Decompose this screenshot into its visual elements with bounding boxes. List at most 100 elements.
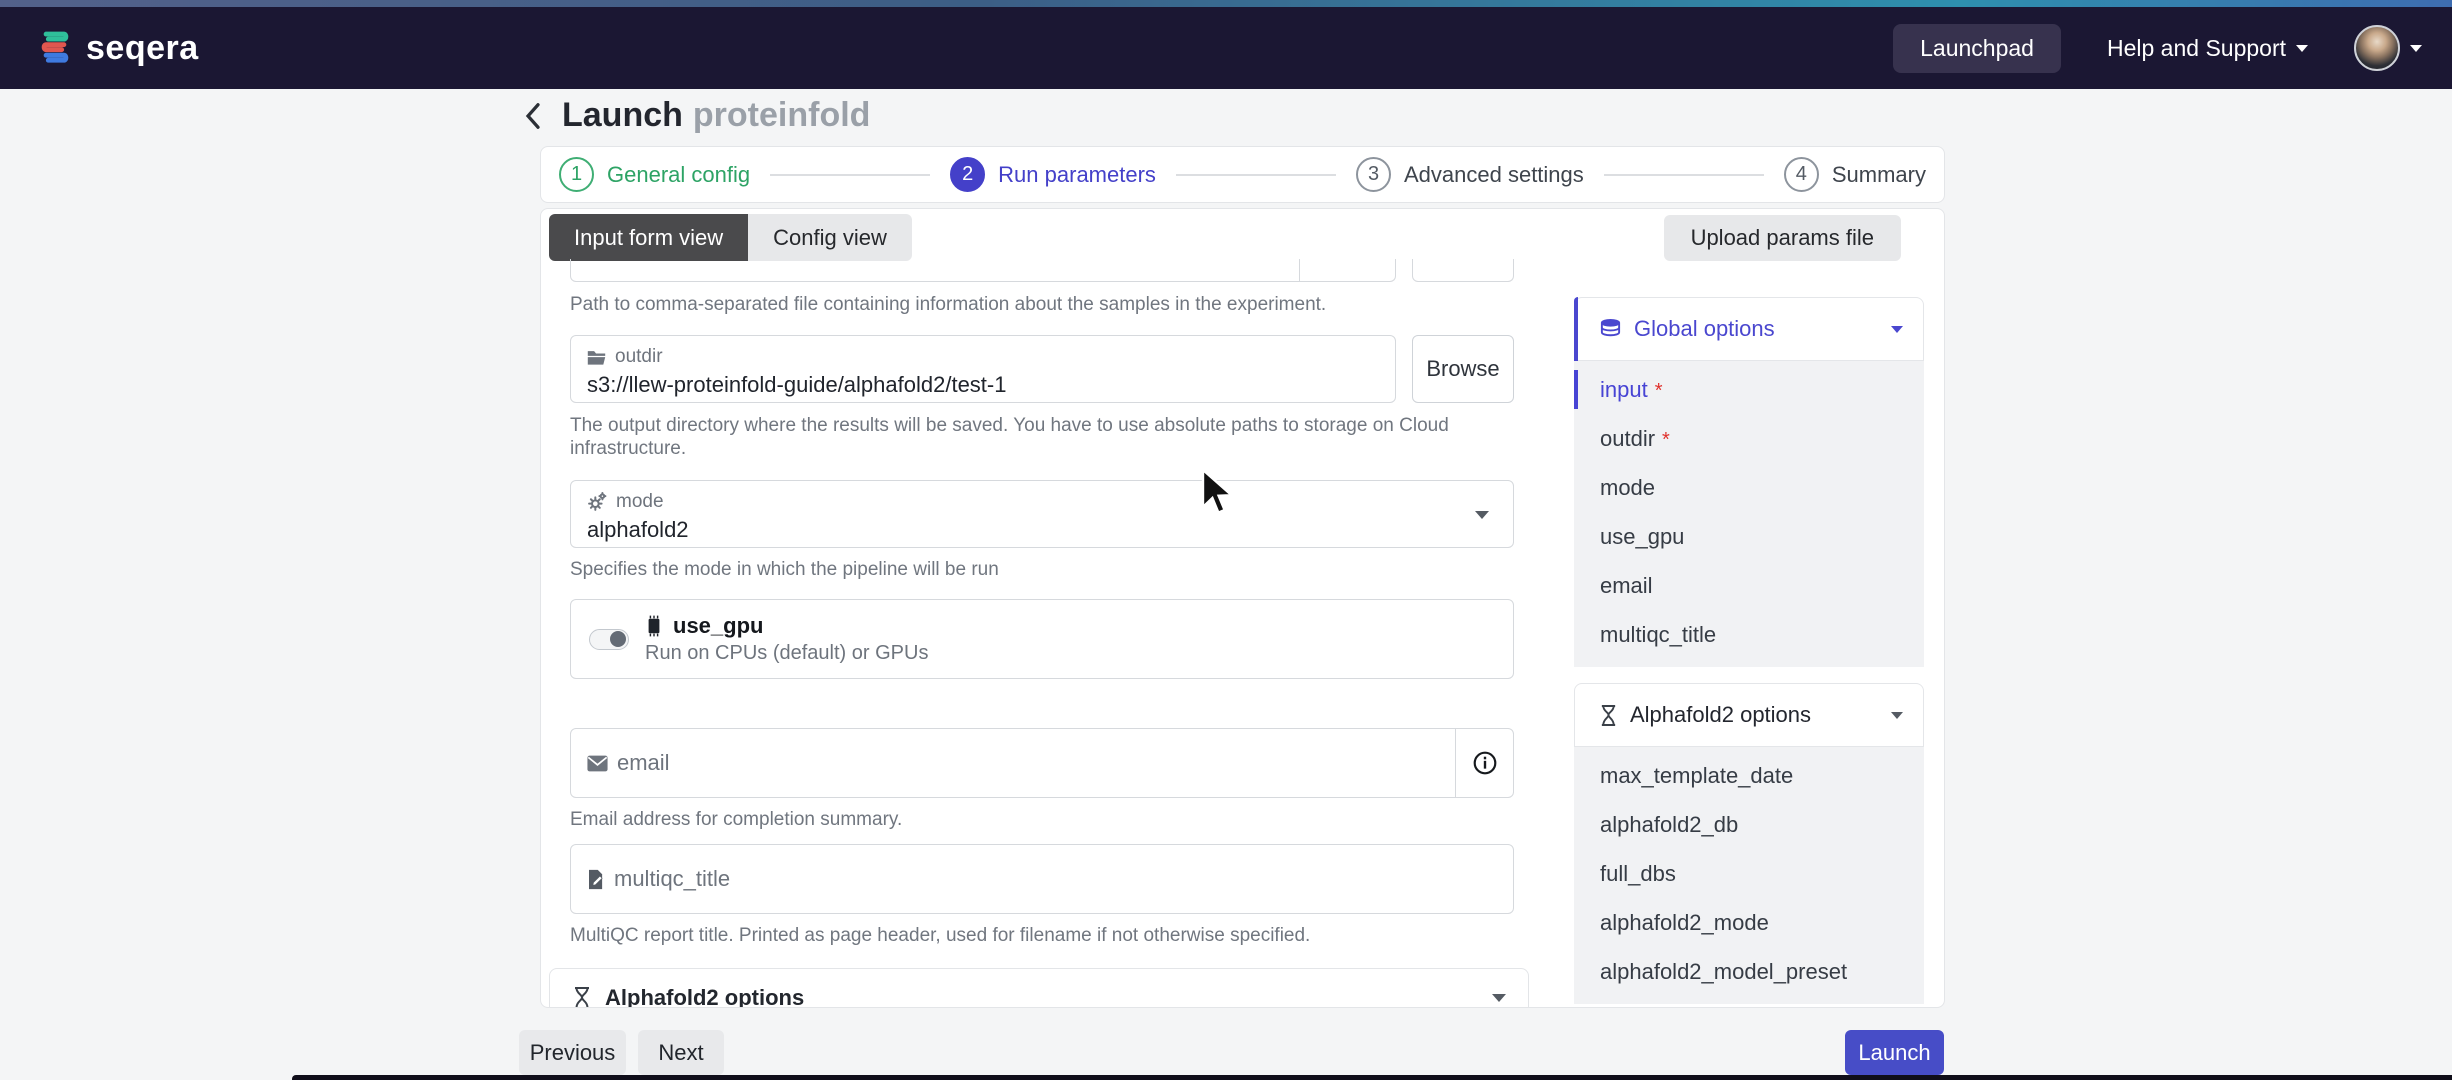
caret-down-icon: [1475, 511, 1489, 519]
screen: { "navbar": { "brand": "seqera", "launch…: [0, 0, 2452, 1080]
back-button[interactable]: [520, 101, 546, 131]
outdir-field-row: outdir s3://llew-proteinfold-guide/alpha…: [570, 335, 1537, 403]
outdir-value: s3://llew-proteinfold-guide/alphafold2/t…: [587, 372, 1379, 398]
info-icon: [1472, 750, 1498, 776]
hourglass-icon: [1599, 704, 1618, 727]
step-label: Summary: [1832, 162, 1926, 188]
sidebar-item-alphafold2-mode[interactable]: alphafold2_mode: [1574, 898, 1924, 947]
outdir-field[interactable]: outdir s3://llew-proteinfold-guide/alpha…: [570, 335, 1396, 403]
stepper-connector: [770, 174, 930, 176]
page-title-prefix: Launch: [562, 96, 683, 134]
use-gpu-toggle[interactable]: [589, 629, 629, 650]
stepper-connector: [1604, 174, 1764, 176]
alphafold2-options-list: max_template_date alphafold2_db full_dbs…: [1574, 747, 1924, 1004]
user-menu[interactable]: [2354, 25, 2422, 71]
input-description: Path to comma-separated file containing …: [570, 293, 1537, 316]
folder-icon: [587, 349, 606, 366]
sidebar-item-outdir[interactable]: outdir*: [1574, 414, 1924, 463]
top-navbar: seqera Launchpad Help and Support: [0, 7, 2452, 89]
caret-down-icon: [1891, 326, 1903, 333]
launch-button[interactable]: Launch: [1845, 1030, 1944, 1075]
step-advanced-settings[interactable]: 3 Advanced settings: [1356, 157, 1584, 192]
page-title: Launch proteinfold: [562, 96, 870, 135]
previous-button[interactable]: Previous: [519, 1030, 626, 1075]
outdir-description: The output directory where the results w…: [570, 414, 1537, 460]
email-description: Email address for completion summary.: [570, 808, 1537, 831]
multiqc-title-field[interactable]: multiqc_title: [570, 844, 1514, 914]
sidebar-section-title: Global options: [1634, 316, 1775, 342]
upload-params-file-button[interactable]: Upload params file: [1664, 215, 1901, 261]
sidebar-item-alphafold2-db[interactable]: alphafold2_db: [1574, 800, 1924, 849]
step-label: General config: [607, 162, 750, 188]
window-bottom-edge: [292, 1075, 2452, 1080]
page-title-pipeline: proteinfold: [693, 96, 871, 134]
sidebar-section-title: Alphafold2 options: [1630, 702, 1811, 728]
step-summary[interactable]: 4 Summary: [1784, 157, 1926, 192]
envelope-icon: [587, 755, 608, 772]
required-mark: *: [1662, 429, 1670, 451]
caret-down-icon: [2410, 45, 2422, 52]
step-number: 3: [1356, 157, 1391, 192]
back-chevron-icon: [520, 101, 546, 131]
step-label: Advanced settings: [1404, 162, 1584, 188]
sidebar-item-full-dbs[interactable]: full_dbs: [1574, 849, 1924, 898]
tab-config-view[interactable]: Config view: [748, 214, 912, 261]
step-general-config[interactable]: 1 General config: [559, 157, 750, 192]
alphafold2-options-header[interactable]: Alphafold2 options: [1574, 683, 1924, 747]
mode-label: mode: [616, 491, 664, 513]
use-gpu-description: Run on CPUs (default) or GPUs: [645, 642, 928, 665]
avatar: [2354, 25, 2400, 71]
sidebar-item-mode[interactable]: mode: [1574, 463, 1924, 512]
outdir-browse-button[interactable]: Browse: [1412, 335, 1514, 403]
sidebar-item-max-template-date[interactable]: max_template_date: [1574, 751, 1924, 800]
field-divider: [1299, 259, 1300, 281]
use-gpu-label: use_gpu: [673, 613, 763, 639]
next-button[interactable]: Next: [638, 1030, 724, 1075]
outdir-label: outdir: [615, 346, 663, 368]
global-options-header[interactable]: Global options: [1574, 297, 1924, 361]
params-form: Path to comma-separated file containing …: [549, 259, 1537, 1008]
run-parameters-card: Input form view Config view Upload param…: [540, 208, 1945, 1008]
required-mark: *: [1655, 380, 1663, 402]
window-top-edge: [0, 0, 2452, 7]
step-number: 4: [1784, 157, 1819, 192]
input-field-row: [570, 259, 1537, 282]
mode-select[interactable]: mode alphafold2: [570, 480, 1514, 548]
caret-down-icon: [1891, 712, 1903, 719]
help-and-support-label: Help and Support: [2107, 35, 2286, 62]
sidebar-item-email[interactable]: email: [1574, 561, 1924, 610]
gears-icon: [587, 492, 607, 512]
tab-input-form-view[interactable]: Input form view: [549, 214, 748, 261]
input-browse-button-cutoff[interactable]: [1412, 259, 1514, 282]
hourglass-icon: [572, 986, 592, 1008]
mode-value: alphafold2: [587, 517, 1497, 543]
use-gpu-box: use_gpu Run on CPUs (default) or GPUs: [570, 599, 1514, 679]
stepper: 1 General config 2 Run parameters 3 Adva…: [540, 146, 1945, 203]
step-run-parameters[interactable]: 2 Run parameters: [950, 157, 1156, 192]
caret-down-icon: [1492, 994, 1506, 1002]
sidebar-item-use-gpu[interactable]: use_gpu: [1574, 512, 1924, 561]
view-switcher: Input form view Config view: [549, 214, 912, 261]
params-toolbar: Input form view Config view Upload param…: [549, 214, 1901, 261]
sidebar-item-input[interactable]: input*: [1574, 365, 1924, 414]
sidebar-item-multiqc-title[interactable]: multiqc_title: [1574, 610, 1924, 659]
email-placeholder: email: [617, 750, 670, 776]
multiqc-description: MultiQC report title. Printed as page he…: [570, 924, 1537, 947]
microchip-icon: [645, 615, 663, 637]
caret-down-icon: [2296, 45, 2308, 52]
email-info-button[interactable]: [1455, 729, 1513, 797]
brand[interactable]: seqera: [36, 28, 199, 68]
input-field-cutoff[interactable]: [570, 259, 1396, 282]
help-and-support-menu[interactable]: Help and Support: [2107, 35, 2308, 62]
step-number: 2: [950, 157, 985, 192]
launchpad-button[interactable]: Launchpad: [1893, 24, 2061, 73]
page-header: Launch proteinfold: [520, 96, 870, 135]
sidebar-item-alphafold2-model-preset[interactable]: alphafold2_model_preset: [1574, 947, 1924, 996]
stepper-connector: [1176, 174, 1336, 176]
section-title: Alphafold2 options: [605, 985, 804, 1008]
step-number: 1: [559, 157, 594, 192]
email-field[interactable]: email: [570, 728, 1514, 798]
alphafold2-options-section[interactable]: Alphafold2 options: [549, 968, 1529, 1008]
multiqc-title-placeholder: multiqc_title: [614, 866, 730, 892]
database-icon: [1599, 318, 1622, 341]
